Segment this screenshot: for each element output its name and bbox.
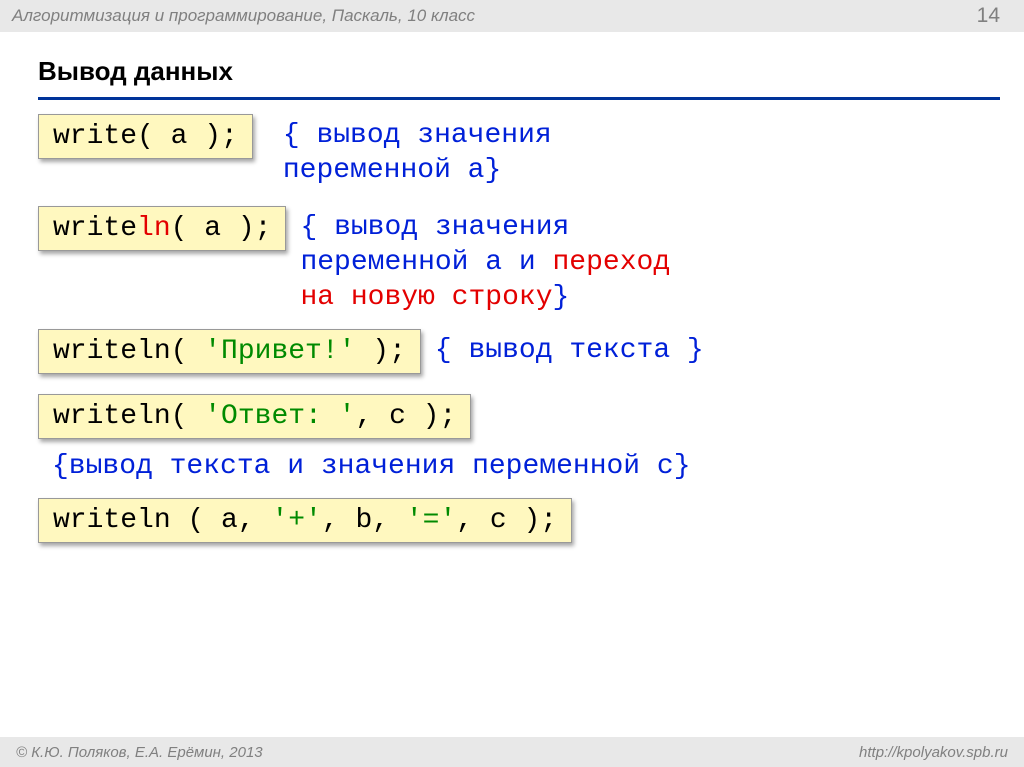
code-text: writeln ( a, xyxy=(53,505,271,536)
slide-footer: © К.Ю. Поляков, Е.А. Ерёмин, 2013 http:/… xyxy=(0,737,1024,767)
example-row: write( a ); { вывод значения переменной … xyxy=(38,114,994,188)
code-text: write xyxy=(53,121,137,152)
code-text: write xyxy=(53,213,137,244)
comment-block: { вывод значения переменной a} xyxy=(283,114,552,188)
code-text: writeln( xyxy=(53,336,204,367)
code-string: 'Ответ: ' xyxy=(204,401,355,432)
comment-block: { вывод значения переменной a и переход … xyxy=(300,206,670,315)
footer-url: http://kpolyakov.spb.ru xyxy=(859,744,1008,761)
comment-text: вывод значения xyxy=(334,212,569,243)
comment-full: {вывод текста и значения переменной c} xyxy=(52,451,994,482)
example-row: writeln( 'Привет!' ); { вывод текста } xyxy=(38,329,994,374)
slide-header: Алгоритмизация и программирование, Паска… xyxy=(0,0,1024,32)
example-row: writeln( a ); { вывод значения переменно… xyxy=(38,206,994,315)
comment-highlight: на новую строку xyxy=(300,282,552,313)
footer-copyright: © К.Ю. Поляков, Е.А. Ерёмин, 2013 xyxy=(16,744,263,761)
slide-content: write( a ); { вывод значения переменной … xyxy=(0,100,1024,543)
code-text: , b, xyxy=(322,505,406,536)
example-row: writeln ( a, '+', b, '=', c ); xyxy=(38,498,994,543)
comment-inline: { вывод текста } xyxy=(435,329,704,366)
example-row: writeln( 'Ответ: ', c ); xyxy=(38,394,994,439)
brace-open: { xyxy=(283,120,317,151)
code-string: 'Привет!' xyxy=(204,336,355,367)
brace-close: } xyxy=(484,155,501,186)
code-text: ( a ); xyxy=(137,121,238,152)
code-box: writeln( a ); xyxy=(38,206,286,251)
code-text: , c ); xyxy=(456,505,557,536)
comment-text: вывод значения xyxy=(316,120,551,151)
code-box: writeln ( a, '+', b, '=', c ); xyxy=(38,498,572,543)
code-text: ); xyxy=(355,336,405,367)
code-text: ( a ); xyxy=(171,213,272,244)
code-text: writeln( xyxy=(53,401,204,432)
comment-text: переменной a и xyxy=(300,247,552,278)
code-highlight: ln xyxy=(137,213,171,244)
code-box: writeln( 'Ответ: ', c ); xyxy=(38,394,471,439)
code-text: , c ); xyxy=(355,401,456,432)
comment-highlight: переход xyxy=(553,247,671,278)
section-title: Вывод данных xyxy=(38,56,1024,87)
brace-open: { xyxy=(300,212,334,243)
brace-close: } xyxy=(553,282,570,313)
code-string: '+' xyxy=(271,505,321,536)
code-box: writeln( 'Привет!' ); xyxy=(38,329,421,374)
code-string: '=' xyxy=(406,505,456,536)
comment-text: переменной a xyxy=(283,155,485,186)
page-number: 14 xyxy=(977,4,1008,28)
code-box: write( a ); xyxy=(38,114,253,159)
header-title: Алгоритмизация и программирование, Паска… xyxy=(12,6,475,26)
